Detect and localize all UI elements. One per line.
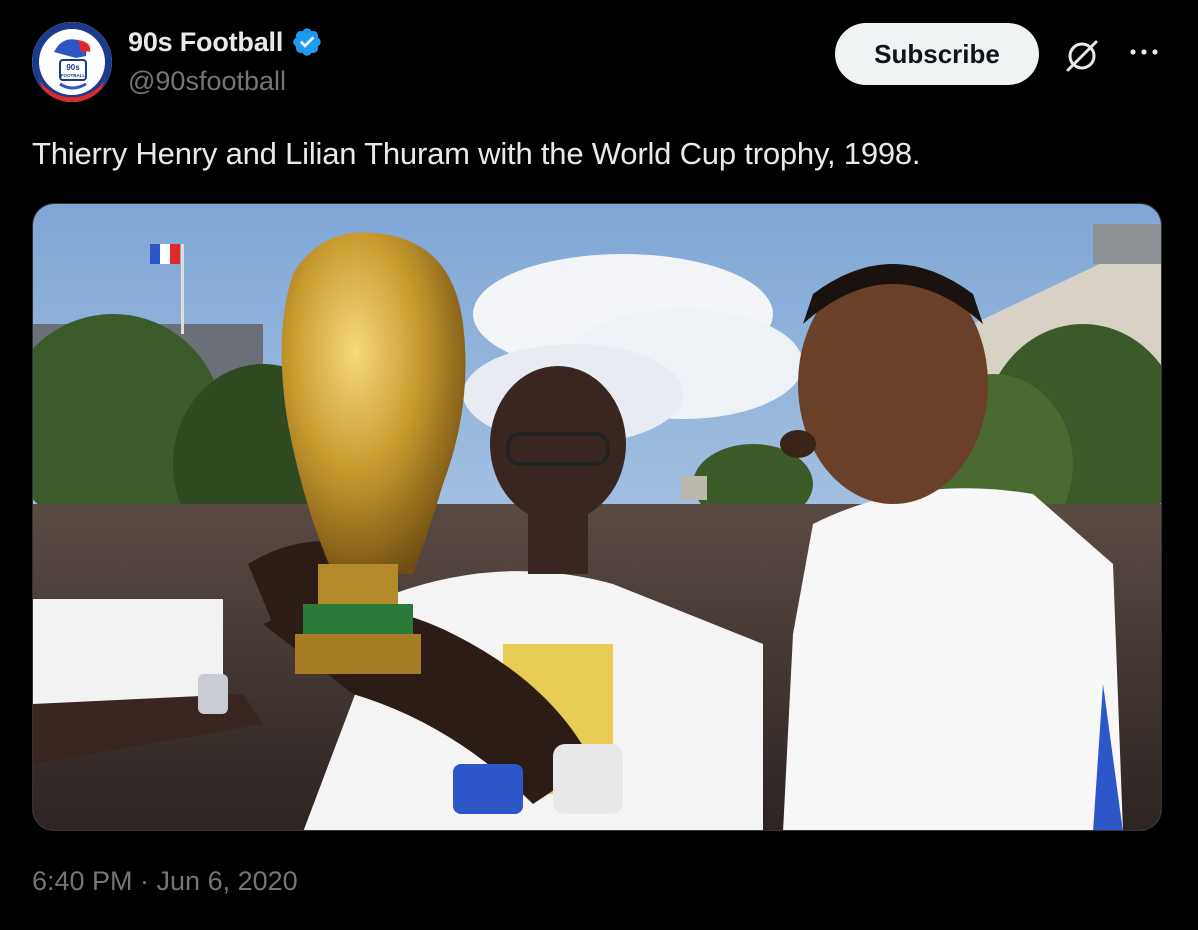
tweet-photo[interactable] <box>32 203 1162 831</box>
tweet-timestamp[interactable]: 6:40 PM · Jun 6, 2020 <box>32 866 298 897</box>
author-handle[interactable]: @90sfootball <box>128 66 286 97</box>
author-name-row: 90s Football <box>128 26 323 58</box>
subscribe-button[interactable]: Subscribe <box>835 23 1039 85</box>
avatar[interactable]: 90s FOOTBALL <box>32 22 112 102</box>
verified-badge-icon[interactable] <box>291 26 323 58</box>
mascot-logo-icon: 90s FOOTBALL <box>32 22 112 102</box>
grok-icon[interactable] <box>1062 36 1102 76</box>
tweet-text: Thierry Henry and Lilian Thuram with the… <box>32 136 921 171</box>
more-options-icon[interactable] <box>1126 40 1162 64</box>
world-cup-celebration-photo <box>33 204 1161 830</box>
author-display-name[interactable]: 90s Football <box>128 27 283 58</box>
svg-text:90s: 90s <box>66 63 80 72</box>
svg-text:FOOTBALL: FOOTBALL <box>61 73 86 78</box>
